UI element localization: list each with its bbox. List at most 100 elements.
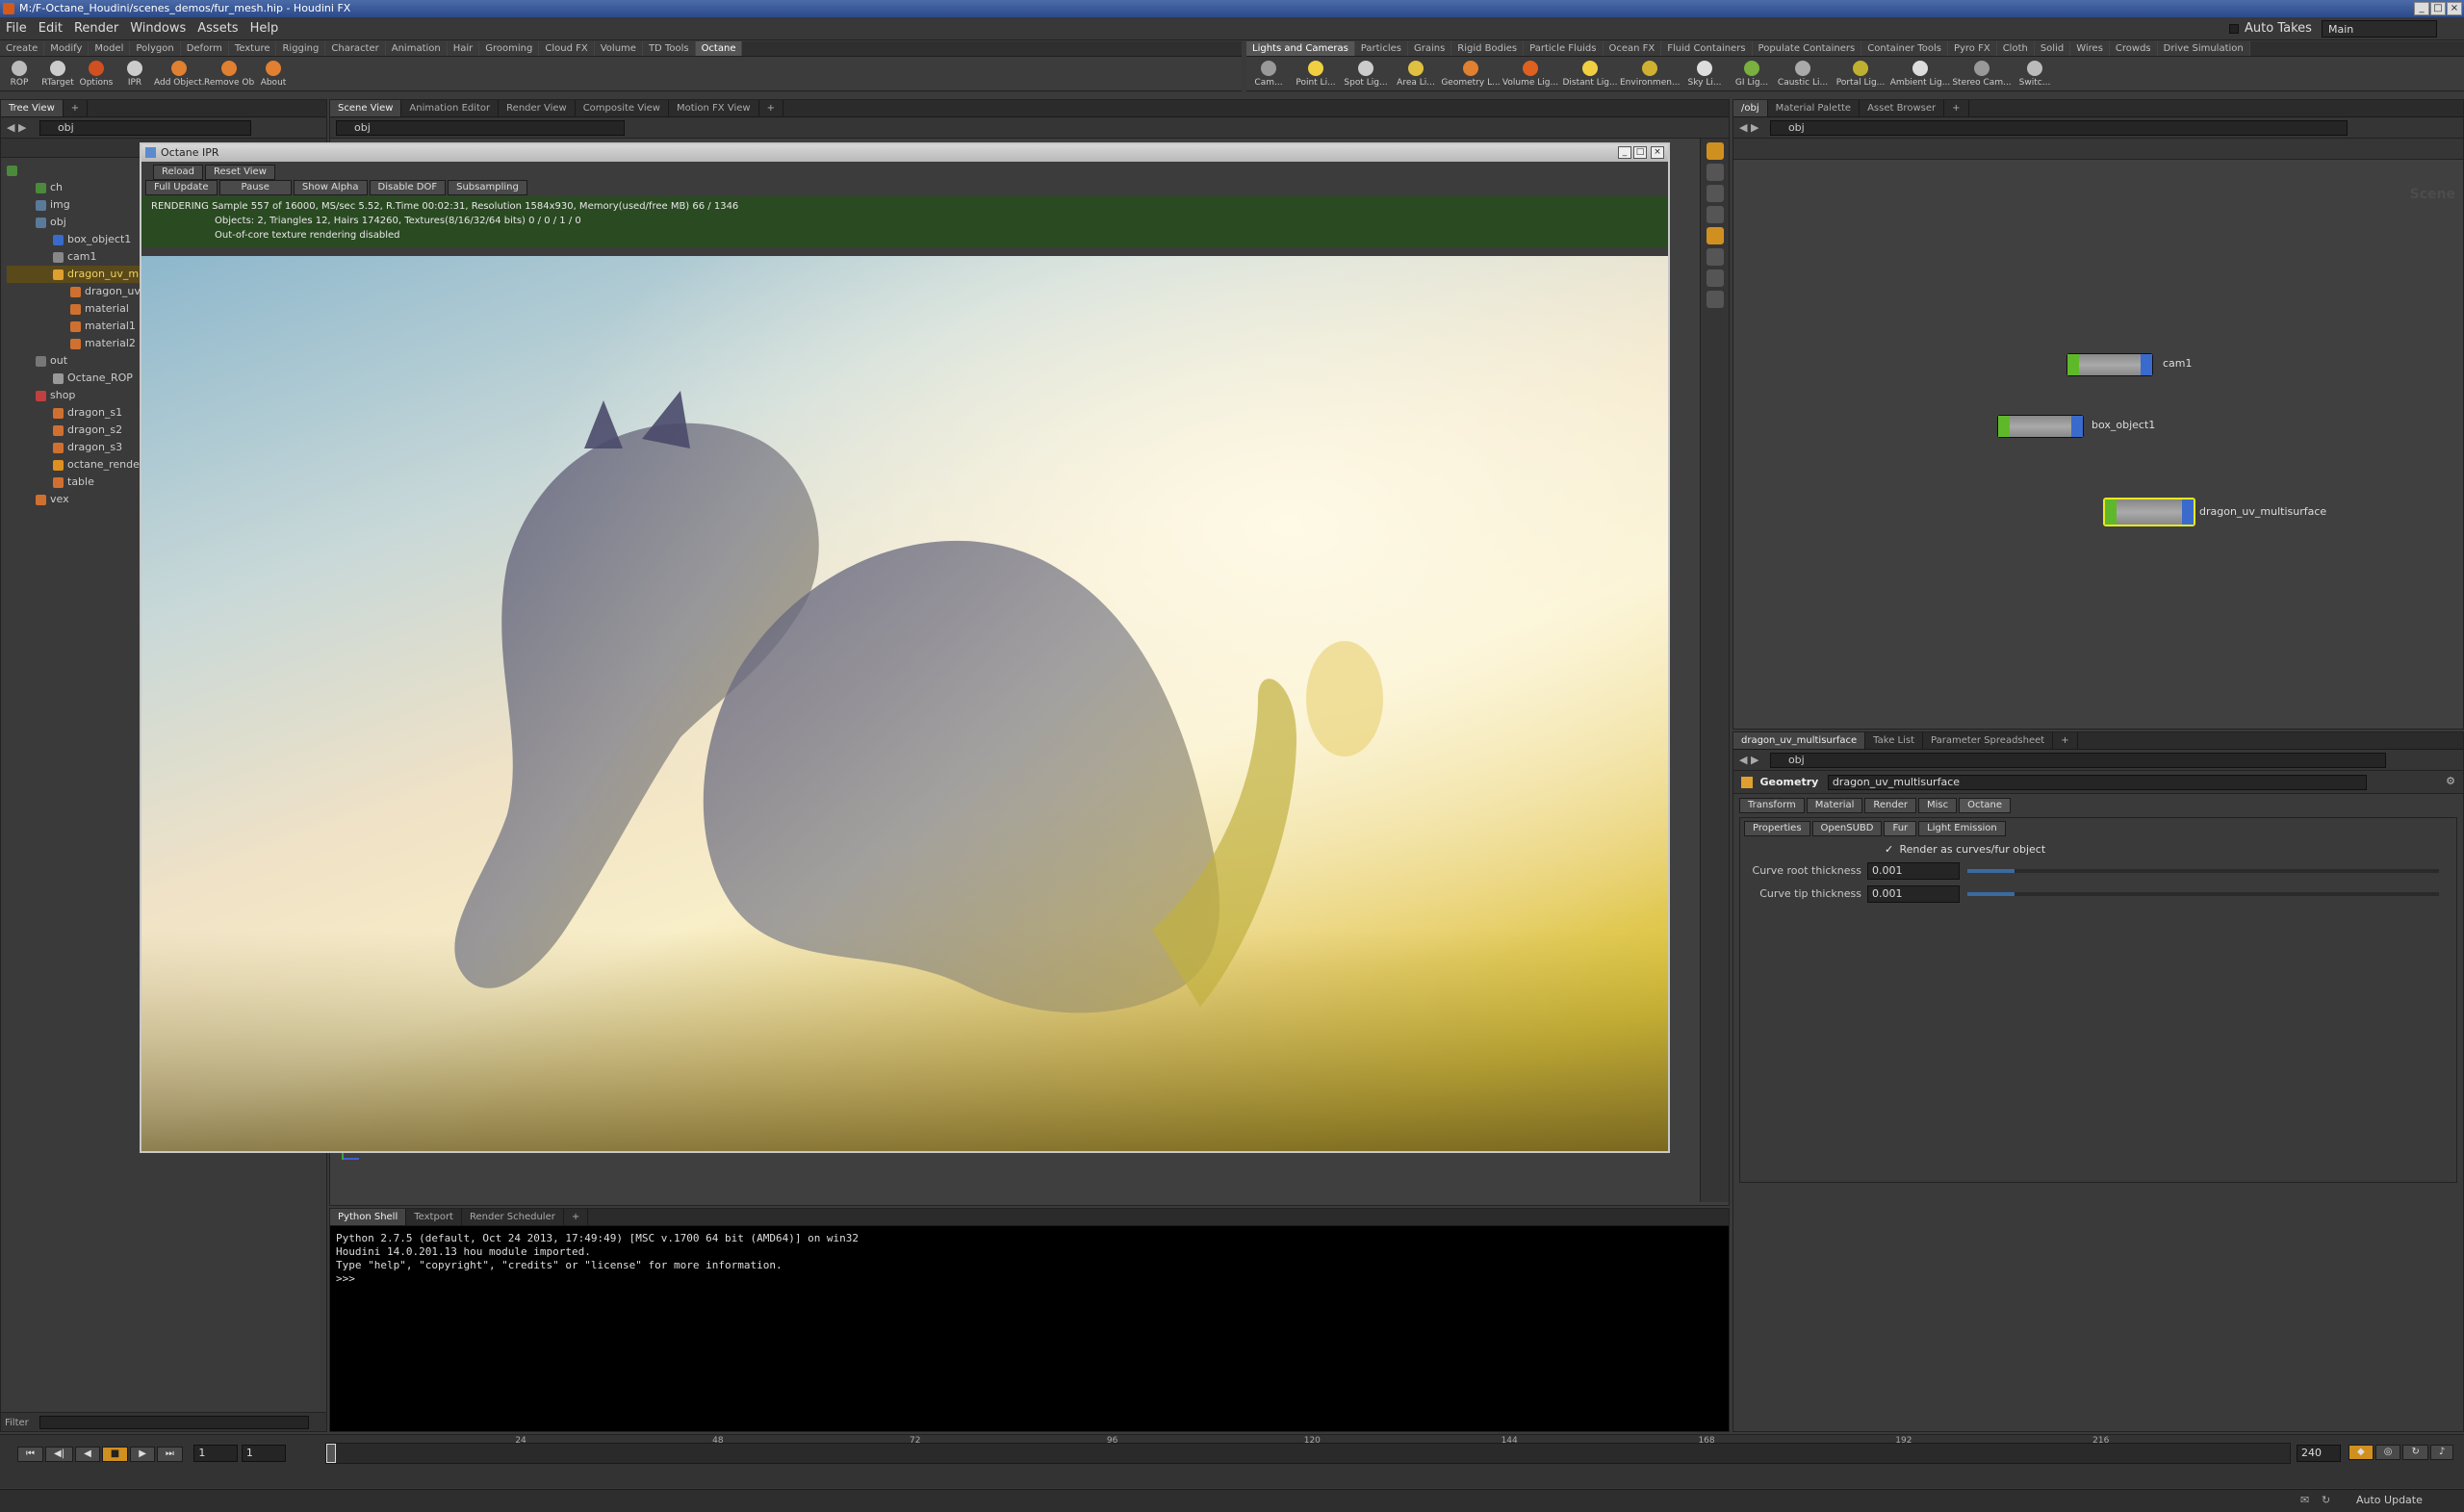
tab-python-shell[interactable]: Python Shell bbox=[330, 1209, 407, 1225]
shelf-tab[interactable]: Container Tools bbox=[1861, 41, 1948, 56]
forward-arrow-icon[interactable]: ▶ bbox=[1751, 121, 1758, 134]
tool-rop[interactable]: ROP bbox=[0, 57, 38, 90]
tab-take-list[interactable]: Take List bbox=[1865, 732, 1923, 749]
shelf-tab[interactable]: Model bbox=[89, 41, 131, 56]
shelf-tab[interactable]: Particle Fluids bbox=[1524, 41, 1604, 56]
tab-fur[interactable]: Fur bbox=[1884, 821, 1917, 836]
tool-caustic-light[interactable]: Caustic Li... bbox=[1774, 57, 1832, 90]
tool-sky-light[interactable]: Sky Li... bbox=[1680, 57, 1730, 90]
shelf-tab[interactable]: Grains bbox=[1407, 41, 1452, 56]
curve-root-thickness-slider[interactable] bbox=[1967, 869, 2439, 873]
tab-material-palette[interactable]: Material Palette bbox=[1768, 100, 1861, 116]
tool-add-object[interactable]: Add Object... bbox=[154, 57, 204, 90]
add-tab-button[interactable]: + bbox=[564, 1209, 589, 1225]
current-frame-field[interactable]: 1 bbox=[193, 1445, 239, 1462]
shelf-tab[interactable]: Pyro FX bbox=[1947, 41, 1997, 56]
play-button[interactable]: ▶ bbox=[130, 1447, 155, 1462]
shelf-tab[interactable]: Grooming bbox=[479, 41, 540, 56]
shelf-tab[interactable]: TD Tools bbox=[642, 41, 696, 56]
shelf-tab[interactable]: Polygon bbox=[130, 41, 181, 56]
shelf-tab[interactable]: Drive Simulation bbox=[2157, 41, 2250, 56]
tool-geometry-light[interactable]: Geometry L... bbox=[1441, 57, 1501, 90]
curve-tip-thickness-slider[interactable] bbox=[1967, 892, 2439, 896]
tab-render-scheduler[interactable]: Render Scheduler bbox=[462, 1209, 564, 1225]
shelf-tab[interactable]: Animation bbox=[385, 41, 448, 56]
tab-opensubd[interactable]: OpenSUBD bbox=[1811, 821, 1883, 836]
tab-motion-fx-view[interactable]: Motion FX View bbox=[669, 100, 759, 116]
tab-render[interactable]: Render bbox=[1864, 798, 1916, 813]
tool-volume-light[interactable]: Volume Lig... bbox=[1501, 57, 1560, 90]
play-reverse-button[interactable]: ◀ bbox=[75, 1447, 100, 1462]
key-icon[interactable]: ◆ bbox=[2348, 1445, 2374, 1460]
shelf-tab[interactable]: Hair bbox=[447, 41, 480, 56]
shelf-tab-lights[interactable]: Lights and Cameras bbox=[1246, 41, 1355, 56]
chat-icon[interactable]: ✉ bbox=[2300, 1494, 2309, 1506]
snap-icon[interactable] bbox=[1706, 185, 1724, 202]
camera-icon[interactable] bbox=[1706, 269, 1724, 287]
params-path-field[interactable]: obj bbox=[1769, 753, 2386, 768]
tool-ambient-light[interactable]: Ambient Lig... bbox=[1889, 57, 1951, 90]
menu-file[interactable]: File bbox=[0, 17, 33, 40]
ipr-close-button[interactable]: × bbox=[1651, 146, 1664, 159]
network-path-field[interactable]: obj bbox=[1769, 120, 2348, 136]
shelf-tab[interactable]: Cloud FX bbox=[539, 41, 595, 56]
node-box-object1[interactable] bbox=[1997, 415, 2084, 438]
ipr-minimize-button[interactable]: _ bbox=[1618, 146, 1631, 159]
tab-material[interactable]: Material bbox=[1806, 798, 1863, 813]
viewer-path-field[interactable]: obj bbox=[336, 120, 625, 136]
shelf-tab[interactable]: Modify bbox=[44, 41, 90, 56]
desktop-select[interactable]: Main bbox=[2322, 20, 2437, 38]
tab-textport[interactable]: Textport bbox=[406, 1209, 462, 1225]
node-dragon-uv-multisurface[interactable] bbox=[2103, 498, 2195, 526]
checkbox-checked-icon[interactable]: ✓ bbox=[1885, 844, 1896, 856]
shelf-tab[interactable]: Create bbox=[0, 41, 45, 56]
tab-treeview[interactable]: Tree View bbox=[1, 100, 64, 116]
add-tab-button[interactable]: + bbox=[1944, 100, 1969, 116]
maximize-button[interactable]: □ bbox=[2430, 2, 2446, 15]
tab-octane[interactable]: Octane bbox=[1959, 798, 2012, 813]
tab-transform[interactable]: Transform bbox=[1739, 798, 1805, 813]
select-tool-icon[interactable] bbox=[1706, 142, 1724, 160]
jump-end-button[interactable]: ⏭ bbox=[156, 1447, 183, 1462]
add-tab-button[interactable]: + bbox=[2053, 732, 2078, 749]
shelf-tab[interactable]: Character bbox=[325, 41, 386, 56]
step-back-button[interactable]: ◀| bbox=[45, 1447, 74, 1462]
tool-switcher[interactable]: Switc... bbox=[2013, 57, 2057, 90]
tool-options[interactable]: Options bbox=[77, 57, 116, 90]
forward-arrow-icon[interactable]: ▶ bbox=[18, 121, 26, 134]
menu-help[interactable]: Help bbox=[244, 17, 285, 40]
shelf-tab[interactable]: Populate Containers bbox=[1752, 41, 1862, 56]
menu-edit[interactable]: Edit bbox=[33, 17, 68, 40]
tool-gi-light[interactable]: GI Lig... bbox=[1730, 57, 1774, 90]
lock-icon[interactable] bbox=[1706, 164, 1724, 181]
loop-icon[interactable]: ↻ bbox=[2402, 1445, 2428, 1460]
jump-start-button[interactable]: ⏮ bbox=[17, 1447, 43, 1462]
tab-scene-view[interactable]: Scene View bbox=[330, 100, 402, 116]
shelf-tab[interactable]: Rigging bbox=[276, 41, 326, 56]
tab-parameter-spreadsheet[interactable]: Parameter Spreadsheet bbox=[1923, 732, 2054, 749]
gear-icon[interactable]: ⚙ bbox=[2446, 775, 2455, 787]
tab-asset-browser[interactable]: Asset Browser bbox=[1860, 100, 1945, 116]
auto-takes-toggle[interactable]: Auto Takes bbox=[2223, 17, 2318, 40]
playhead[interactable] bbox=[326, 1444, 336, 1463]
start-frame-field[interactable]: 1 bbox=[241, 1445, 286, 1462]
shelf-tab[interactable]: Deform bbox=[180, 41, 229, 56]
curve-root-thickness-field[interactable]: 0.001 bbox=[1867, 862, 1960, 880]
ghost-icon[interactable] bbox=[1706, 291, 1724, 308]
end-frame-field[interactable]: 240 bbox=[2297, 1445, 2341, 1462]
tool-point-light[interactable]: Point Li... bbox=[1291, 57, 1341, 90]
shelf-tab[interactable]: Fluid Containers bbox=[1661, 41, 1753, 56]
disable-dof-button[interactable]: Disable DOF bbox=[369, 180, 447, 195]
tab-animation-editor[interactable]: Animation Editor bbox=[401, 100, 500, 116]
view-icon[interactable] bbox=[1706, 206, 1724, 223]
timeline-ruler[interactable]: 24 48 72 96 120 144 168 192 216 bbox=[325, 1436, 2291, 1464]
auto-update-select[interactable]: Auto Update bbox=[2356, 1494, 2423, 1506]
menu-windows[interactable]: Windows bbox=[124, 17, 192, 40]
shelf-tab[interactable]: Solid bbox=[2034, 41, 2071, 56]
shelf-tab-octane[interactable]: Octane bbox=[695, 41, 743, 56]
tab-light-emission[interactable]: Light Emission bbox=[1918, 821, 2006, 836]
sound-icon[interactable]: ♪ bbox=[2429, 1445, 2454, 1460]
back-arrow-icon[interactable]: ◀ bbox=[1739, 121, 1747, 134]
shelf-tab[interactable]: Volume bbox=[594, 41, 643, 56]
add-tab-button[interactable]: + bbox=[64, 100, 89, 116]
